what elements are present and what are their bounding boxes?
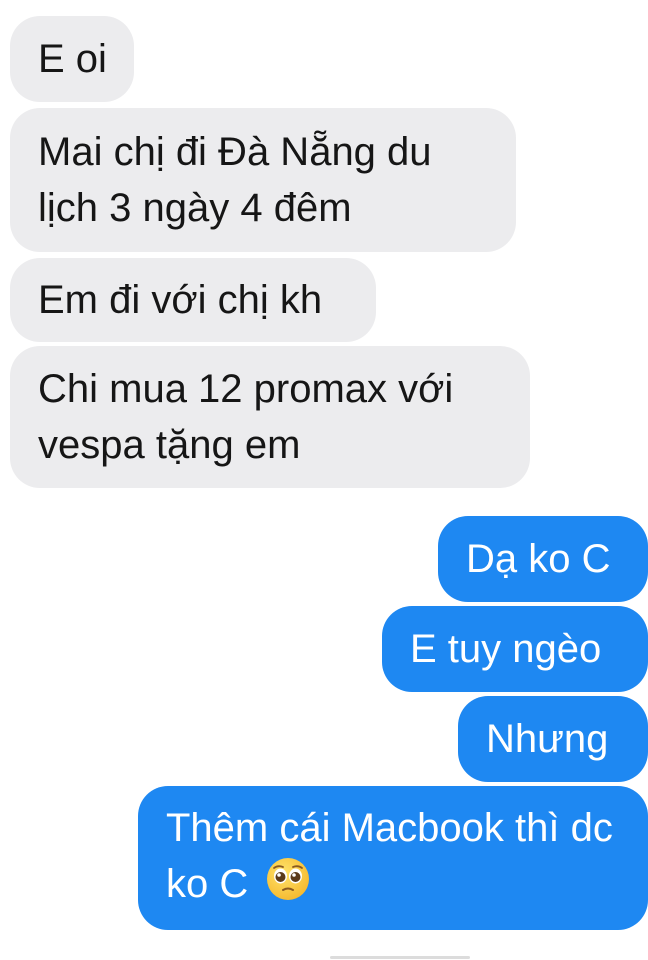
incoming-message: Chi mua 12 promax với vespa tặng em xyxy=(10,346,530,488)
message-text: Chi mua 12 promax với vespa tặng em xyxy=(38,367,454,467)
incoming-message: Em đi với chị kh xyxy=(10,258,376,342)
outgoing-message: Nhưng xyxy=(458,696,648,782)
outgoing-message: Dạ ko C xyxy=(438,516,648,602)
incoming-message: E oi xyxy=(10,16,134,102)
message-text: Dạ ko C xyxy=(466,537,611,581)
outgoing-message: E tuy ngèo xyxy=(382,606,648,692)
message-text: Thêm cái Macbook thì dc ko C xyxy=(166,805,613,906)
incoming-message: Mai chị đi Đà Nẵng du lịch 3 ngày 4 đêm xyxy=(10,108,516,252)
message-text: Em đi với chị kh xyxy=(38,278,323,322)
message-text-wrap: Thêm cái Macbook thì dc ko C xyxy=(166,800,620,917)
pleading-face-icon xyxy=(265,856,311,917)
message-text: Nhưng xyxy=(486,717,609,761)
message-text: E oi xyxy=(38,37,107,81)
bottom-divider xyxy=(330,956,470,959)
message-text: E tuy ngèo xyxy=(410,627,602,671)
message-text: Mai chị đi Đà Nẵng du lịch 3 ngày 4 đêm xyxy=(38,130,432,230)
outgoing-message: Thêm cái Macbook thì dc ko C xyxy=(138,786,648,930)
